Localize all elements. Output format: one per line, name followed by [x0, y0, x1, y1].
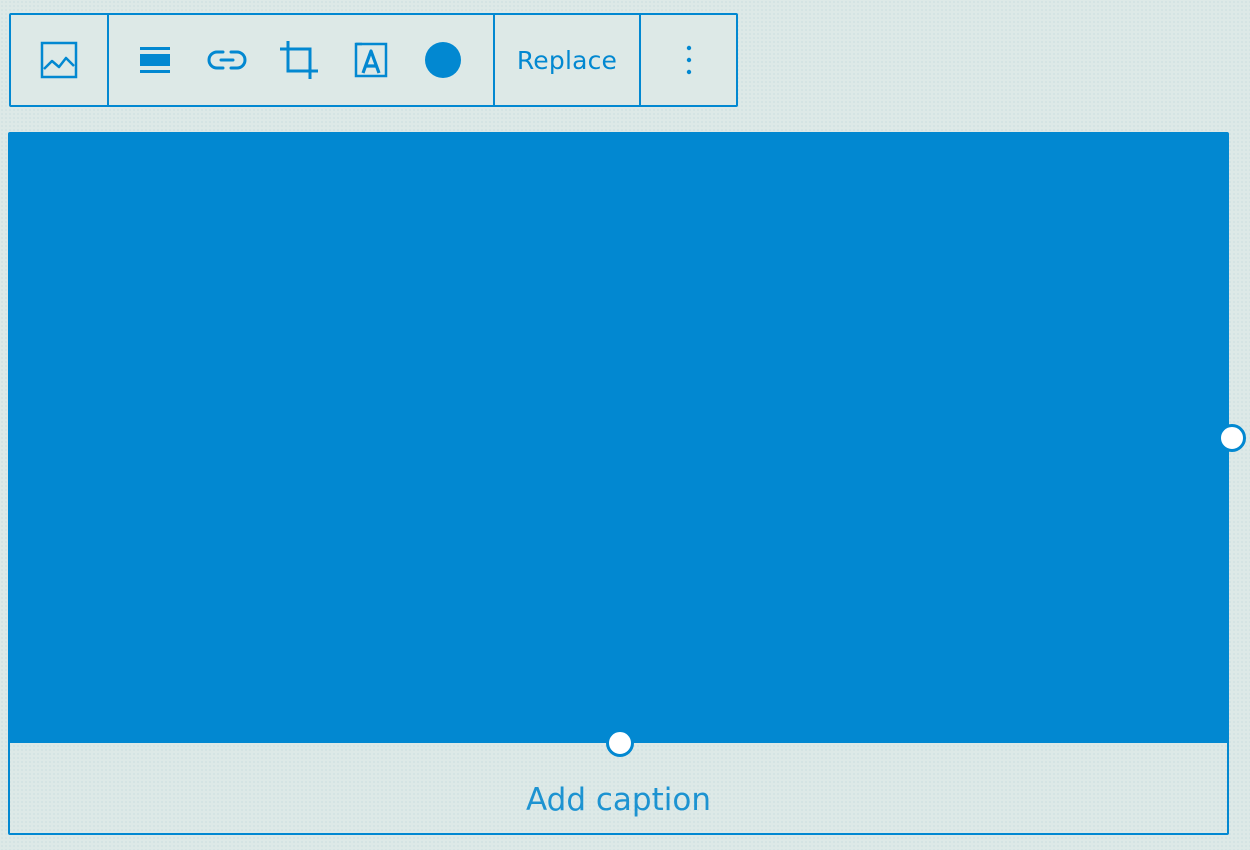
crop-button[interactable] — [263, 24, 335, 96]
more-options-group — [641, 15, 736, 105]
resize-handle-right[interactable] — [1218, 424, 1246, 452]
replace-button[interactable]: Replace — [517, 46, 617, 75]
crop-icon — [280, 41, 318, 79]
resize-handle-bottom[interactable] — [606, 729, 634, 757]
image-placeholder[interactable] — [10, 134, 1227, 743]
duotone-circle-icon — [425, 42, 461, 78]
text-overlay-button[interactable] — [335, 24, 407, 96]
duotone-button[interactable] — [407, 24, 479, 96]
block-type-group — [11, 15, 109, 105]
image-icon — [40, 41, 78, 79]
more-options-button[interactable] — [653, 24, 725, 96]
align-full-width-icon — [140, 47, 170, 73]
align-button[interactable] — [119, 24, 191, 96]
block-toolbar: Replace — [9, 13, 738, 107]
caption-input[interactable]: Add caption — [526, 782, 711, 818]
link-button[interactable] — [191, 24, 263, 96]
more-vertical-icon — [686, 45, 691, 75]
block-type-button[interactable] — [23, 24, 95, 96]
link-icon — [207, 50, 247, 70]
text-overlay-icon — [354, 42, 388, 78]
replace-group: Replace — [495, 15, 641, 105]
block-tools-group — [109, 15, 495, 105]
